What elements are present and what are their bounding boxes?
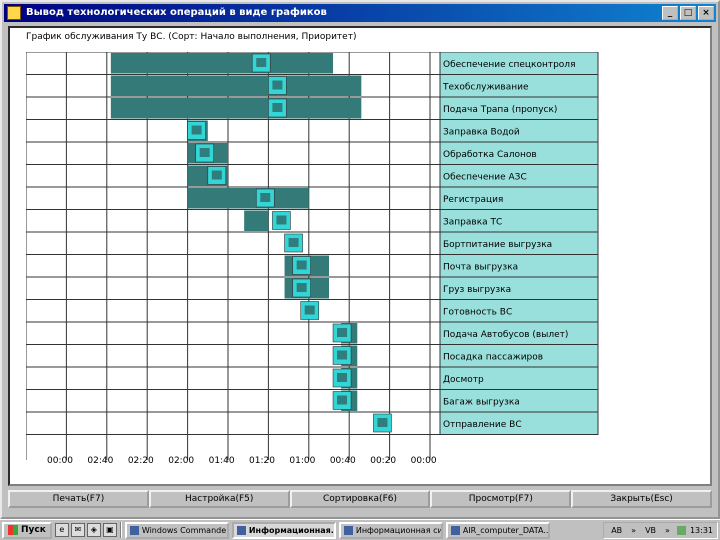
axis-tick-label: 01:00: [289, 456, 316, 466]
taskbar-task-button[interactable]: AIR_computer_DATA...: [445, 521, 550, 539]
mail-icon: [296, 260, 307, 270]
quick-launch-icon[interactable]: ◈: [86, 523, 101, 537]
toolbar-button-4[interactable]: Закрыть(Esc): [571, 490, 712, 508]
task-label: Груз выгрузка: [443, 285, 511, 295]
task-label: Заправка ТС: [443, 218, 502, 228]
cleaning-icon: [199, 148, 210, 157]
task-bar[interactable]: [110, 75, 362, 97]
axis-tick-label: 00:00: [47, 456, 73, 466]
tray-item[interactable]: VB: [642, 526, 659, 535]
tech-icon: [272, 80, 283, 90]
bus-icon: [337, 328, 348, 337]
axis-tick-label: 02:40: [87, 456, 114, 466]
tray-item[interactable]: AB: [608, 526, 625, 535]
window-title: Вывод технологических операций в виде гр…: [26, 7, 327, 18]
axis-tick-label: 00:00: [410, 456, 437, 466]
task-label: Обеспечение АЗС: [443, 173, 527, 183]
chart-panel: График обслуживания Ту ВС. (Сорт: Начало…: [8, 26, 712, 486]
window-icon: [236, 525, 246, 535]
start-label: Пуск: [21, 524, 46, 535]
axis-tick-label: 01:40: [208, 456, 235, 466]
task-label: Готовность ВС: [443, 308, 512, 318]
ready-icon: [304, 305, 315, 315]
axis-tick-label: 01:20: [249, 456, 275, 466]
task-label: Регистрация: [443, 195, 503, 205]
task-label: AIR_computer_DATA...: [462, 525, 550, 535]
system-tray: AB» VB» 13:31: [603, 521, 718, 539]
task-label: Информационная...: [248, 525, 336, 535]
windows-logo-icon: [8, 525, 18, 535]
task-label: Подача Автобусов (вылет): [443, 330, 568, 340]
quick-launch-icon[interactable]: ▣: [102, 523, 117, 537]
task-label: Обеспечение спецконтроля: [443, 60, 575, 70]
taskbar-task-button[interactable]: Информационная...: [231, 521, 336, 539]
cargo-icon: [296, 283, 307, 292]
taskbar: Пуск e ✉ ◈ ▣ Windows Commande... Информацион…: [0, 519, 720, 540]
inspection-icon: [337, 373, 348, 382]
departure-icon: [377, 418, 388, 427]
toolbar-button-0[interactable]: Печать(F7): [8, 490, 149, 508]
close-button[interactable]: ×: [698, 6, 714, 20]
boarding-icon: [337, 350, 348, 360]
axis-tick-label: 00:20: [370, 456, 397, 466]
task-bar[interactable]: [110, 53, 334, 74]
task-label: Техобслуживание: [442, 83, 529, 93]
task-label: Подача Трапа (пропуск): [443, 105, 557, 115]
baggage-icon: [337, 395, 348, 405]
ramp-icon: [272, 103, 283, 112]
task-label: Отправление ВС: [443, 420, 522, 430]
task-bar[interactable]: [244, 210, 269, 232]
gantt-chart: Обеспечение спецконтроля Техобслуживание П…: [26, 52, 599, 460]
task-label: Бортпитание выгрузка: [443, 240, 552, 250]
maximize-button[interactable]: □: [680, 6, 696, 20]
quick-launch-icon[interactable]: e: [54, 523, 69, 537]
app-icon: [7, 6, 21, 20]
clock: 13:31: [689, 525, 713, 535]
task-list: Windows Commande... Информационная... Инфо…: [124, 521, 550, 539]
task-label: Обработка Салонов: [443, 150, 537, 160]
meal-icon: [256, 58, 267, 67]
minimize-button[interactable]: _: [662, 6, 678, 20]
toolbar-button-2[interactable]: Сортировка(F6): [289, 490, 431, 508]
toolbar-button-3[interactable]: Просмотр(F7): [430, 490, 572, 508]
catering-icon: [288, 238, 299, 247]
task-label: Посадка пассажиров: [443, 353, 543, 363]
network-icon[interactable]: [676, 525, 686, 535]
start-button[interactable]: Пуск: [2, 521, 52, 539]
task-label: Багаж выгрузка: [443, 398, 520, 408]
quick-launch-icon[interactable]: ✉: [70, 523, 85, 537]
tray-item[interactable]: »: [662, 526, 673, 535]
registration-icon: [260, 193, 271, 202]
task-bar[interactable]: [110, 98, 362, 119]
taskbar-separator: [119, 522, 122, 538]
taskbar-task-button[interactable]: Windows Commande...: [124, 521, 229, 539]
axis-tick-label: 02:00: [168, 456, 195, 466]
task-label: Windows Commande...: [141, 525, 229, 535]
axis-tick-label: 00:40: [329, 456, 356, 466]
window-icon: [450, 525, 460, 535]
taskbar-task-button[interactable]: Информационная си...: [338, 521, 443, 539]
window-icon: [129, 525, 139, 535]
toolbar-button-1[interactable]: Настройка(F5): [148, 490, 290, 508]
water-truck-icon: [191, 125, 202, 135]
task-bar[interactable]: [187, 188, 309, 209]
tray-item[interactable]: »: [628, 526, 639, 535]
fuel-truck-icon: [276, 215, 287, 225]
window-icon: [343, 525, 353, 535]
button-bar: Печать(F7) Настройка(F5) Сортировка(F6) Про…: [8, 490, 712, 508]
quick-launch: e ✉ ◈ ▣: [54, 523, 117, 537]
fuel-icon: [211, 170, 222, 180]
title-bar[interactable]: Вывод технологических операций в виде гр…: [4, 4, 716, 22]
axis-tick-label: 02:20: [127, 456, 154, 466]
main-window: Вывод технологических операций в виде гр…: [0, 0, 720, 519]
chart-header: График обслуживания Ту ВС. (Сорт: Начало…: [26, 32, 357, 42]
task-label: Заправка Водой: [443, 128, 520, 138]
task-label: Информационная си...: [355, 525, 443, 535]
task-label: Почта выгрузка: [443, 263, 518, 273]
task-label: Досмотр: [443, 375, 484, 385]
